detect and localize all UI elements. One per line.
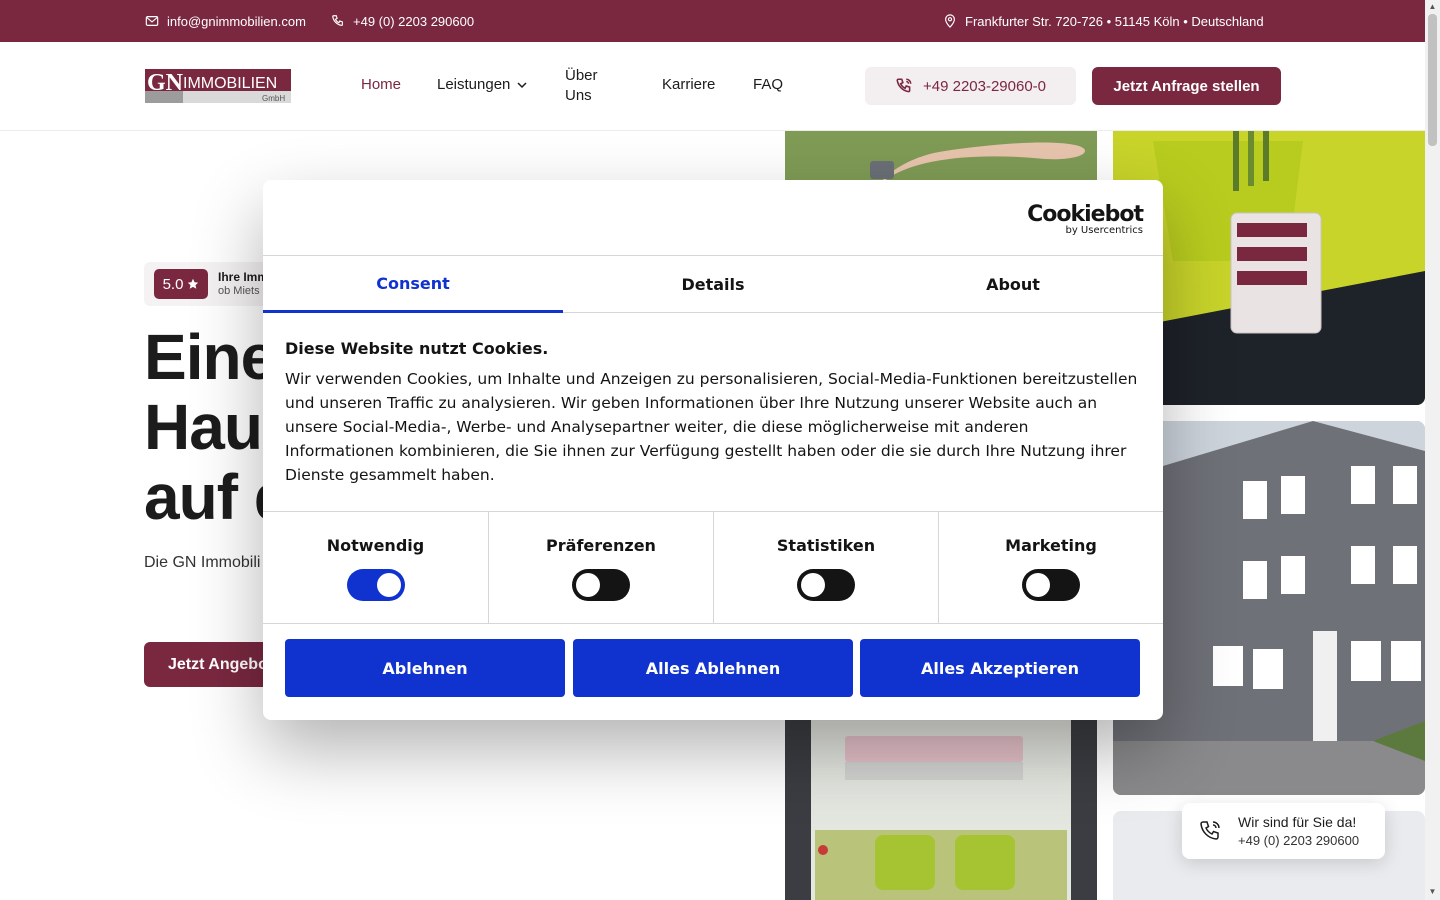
nav-services-label: Leistungen	[437, 76, 511, 93]
top-contact-bar: info@gnimmobilien.com +49 (0) 2203 29060…	[0, 0, 1425, 42]
logo-initials: GN	[147, 70, 184, 96]
rating-value: 5.0	[162, 275, 184, 293]
nav-about-line2: Uns	[565, 87, 592, 104]
logo-graphic: GN IMMOBILIEN GmbH	[145, 69, 291, 103]
toggle-statistics-label: Statistiken	[776, 536, 876, 555]
rating-score: 5.0	[154, 269, 208, 299]
topbar-email-text: info@gnimmobilien.com	[167, 13, 306, 29]
location-pin-icon	[945, 14, 955, 28]
nav-about[interactable]: Über Uns	[565, 66, 598, 106]
nav-careers[interactable]: Karriere	[662, 76, 715, 93]
topbar-phone[interactable]: +49 (0) 2203 290600	[331, 0, 474, 42]
cookie-heading: Diese Website nutzt Cookies.	[285, 339, 549, 358]
tab-consent[interactable]: Consent	[263, 256, 563, 313]
toggle-necessary: Notwendig	[263, 512, 488, 624]
call-widget-phone: +49 (0) 2203 290600	[1238, 833, 1360, 848]
call-widget[interactable]: Wir sind für Sie da! +49 (0) 2203 290600	[1182, 803, 1385, 859]
scroll-down-arrow-icon[interactable]: ▼	[1428, 888, 1437, 896]
toggle-preferences-label: Präferenzen	[546, 536, 656, 555]
toggle-marketing-switch[interactable]	[1022, 569, 1080, 601]
request-button[interactable]: Jetzt Anfrage stellen	[1092, 67, 1281, 105]
logo-wordmark: IMMOBILIEN	[183, 75, 277, 92]
phone-ringing-icon	[1200, 821, 1220, 840]
rating-line1: Ihre Imm	[218, 270, 269, 284]
door-illustration	[785, 720, 1097, 900]
logo-sub: GmbH	[262, 94, 285, 103]
nav-about-line1: Über	[565, 67, 598, 84]
topbar-email[interactable]: info@gnimmobilien.com	[145, 0, 306, 42]
nav-home[interactable]: Home	[361, 76, 401, 93]
nav-services[interactable]: Leistungen	[437, 76, 528, 93]
chevron-down-icon	[517, 81, 527, 88]
toggle-statistics: Statistiken	[713, 512, 938, 624]
topbar-phone-text: +49 (0) 2203 290600	[353, 13, 475, 29]
toggle-necessary-label: Notwendig	[326, 536, 425, 555]
rating-line2: ob Miets	[218, 285, 260, 297]
mail-icon	[145, 16, 159, 26]
scroll-thumb[interactable]	[1428, 14, 1437, 146]
tab-details[interactable]: Details	[563, 256, 863, 313]
switch-knob	[1026, 573, 1050, 597]
cookiebot-sub: by Usercentrics	[1065, 225, 1143, 236]
star-icon	[188, 278, 199, 289]
cookiebot-wordmark: Cookiebot	[1027, 202, 1144, 227]
cookiebot-logo: Cookiebot by Usercentrics	[1027, 202, 1144, 236]
toggle-necessary-switch[interactable]	[346, 569, 405, 601]
switch-knob	[576, 573, 600, 597]
call-widget-title: Wir sind für Sie da!	[1238, 814, 1357, 830]
switch-knob	[801, 573, 825, 597]
site-header: GN IMMOBILIEN GmbH Home Leistungen Über …	[0, 42, 1425, 131]
decline-button[interactable]: Ablehnen	[285, 639, 565, 697]
cookie-category-toggles: Notwendig Präferenzen Statistiken Market…	[263, 511, 1163, 624]
cookie-tabs: Consent Details About	[263, 255, 1163, 313]
toggle-preferences-switch[interactable]	[572, 569, 630, 601]
topbar-address: Frankfurter Str. 720-726 • 51145 Köln • …	[943, 0, 1264, 42]
tab-about[interactable]: About	[863, 256, 1163, 313]
cookie-consent-dialog: Cookiebot by Usercentrics Consent Detail…	[263, 180, 1163, 720]
switch-knob	[376, 573, 401, 597]
cookie-body: Wir verwenden Cookies, um Inhalte und An…	[285, 370, 1138, 484]
phone-icon	[332, 15, 343, 26]
header-phone-label: +49 2203-29060-0	[922, 77, 1047, 95]
decline-all-button[interactable]: Alles Ablehnen	[573, 639, 853, 697]
phone-call-icon	[896, 78, 912, 93]
accept-all-button[interactable]: Alles Akzeptieren	[860, 639, 1140, 697]
page-scrollbar[interactable]: ▲ ▼	[1425, 0, 1440, 900]
toggle-marketing: Marketing	[938, 512, 1163, 624]
company-logo[interactable]: GN IMMOBILIEN GmbH	[145, 69, 291, 103]
toggle-preferences: Präferenzen	[488, 512, 713, 624]
scroll-up-arrow-icon[interactable]: ▲	[1428, 3, 1437, 11]
nav-faq[interactable]: FAQ	[753, 76, 783, 93]
topbar-address-text: Frankfurter Str. 720-726 • 51145 Köln • …	[965, 13, 1264, 29]
header-phone-button[interactable]: +49 2203-29060-0	[865, 67, 1076, 105]
toggle-statistics-switch[interactable]	[797, 569, 855, 601]
toggle-marketing-label: Marketing	[1005, 536, 1097, 555]
image-office-door	[785, 720, 1097, 900]
